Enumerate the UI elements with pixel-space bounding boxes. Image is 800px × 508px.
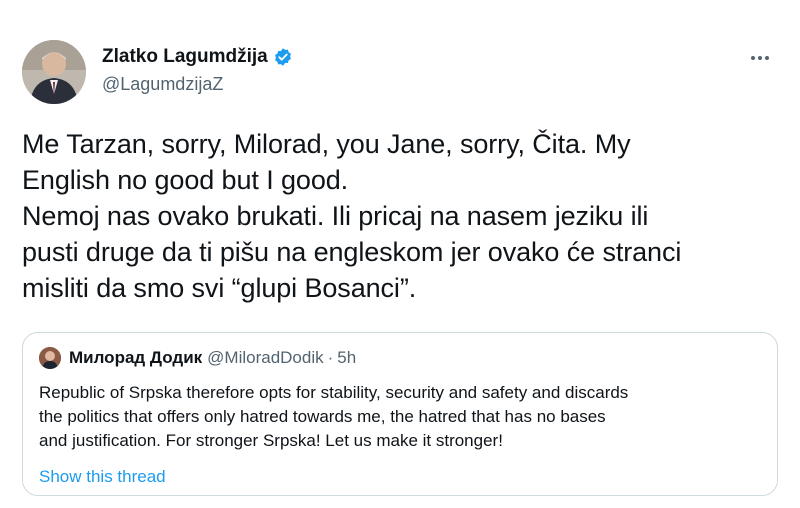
tweet-line: pusti druge da ti pišu na engleskom jer … — [22, 237, 682, 267]
separator-dot: · — [327, 348, 334, 367]
quoted-line: the politics that offers only hatred tow… — [39, 407, 606, 426]
author-name-row: Zlatko Lagumdžija — [102, 44, 293, 70]
quoted-author-name: Милорад Додик — [69, 348, 203, 367]
author-avatar[interactable] — [22, 40, 86, 104]
tweet-line: Nemoj nas ovako brukati. Ili pricaj na n… — [22, 201, 649, 231]
quoted-tweet-card[interactable]: Милорад Додик @MiloradDodik · 5h Republi… — [22, 332, 778, 496]
quoted-tweet-text: Republic of Srpska therefore opts for st… — [39, 381, 769, 453]
author-name[interactable]: Zlatko Lagumdžija — [102, 46, 268, 68]
tweet[interactable]: Zlatko Lagumdžija @LagumdzijaZ Me Tarzan… — [0, 0, 800, 508]
more-dots-icon[interactable] — [748, 48, 772, 68]
verified-badge-icon — [273, 47, 293, 67]
author-block: Zlatko Lagumdžija @LagumdzijaZ — [102, 44, 293, 95]
quoted-line: and justification. For stronger Srpska! … — [39, 431, 503, 450]
quoted-timestamp: 5h — [337, 348, 357, 367]
quoted-author-handle: @MiloradDodik — [207, 348, 324, 367]
tweet-line: misliti da smo svi “glupi Bosanci”. — [22, 273, 417, 303]
quoted-line: Republic of Srpska therefore opts for st… — [39, 383, 629, 402]
tweet-line: English no good but I good. — [22, 165, 349, 195]
quoted-author-avatar — [39, 347, 61, 369]
tweet-text: Me Tarzan, sorry, Milorad, you Jane, sor… — [22, 126, 782, 306]
show-thread-link[interactable]: Show this thread — [39, 467, 166, 487]
author-handle[interactable]: @LagumdzijaZ — [102, 74, 293, 95]
quoted-tweet-header: Милорад Додик @MiloradDodik · 5h — [39, 347, 356, 369]
tweet-line: Me Tarzan, sorry, Milorad, you Jane, sor… — [22, 129, 631, 159]
